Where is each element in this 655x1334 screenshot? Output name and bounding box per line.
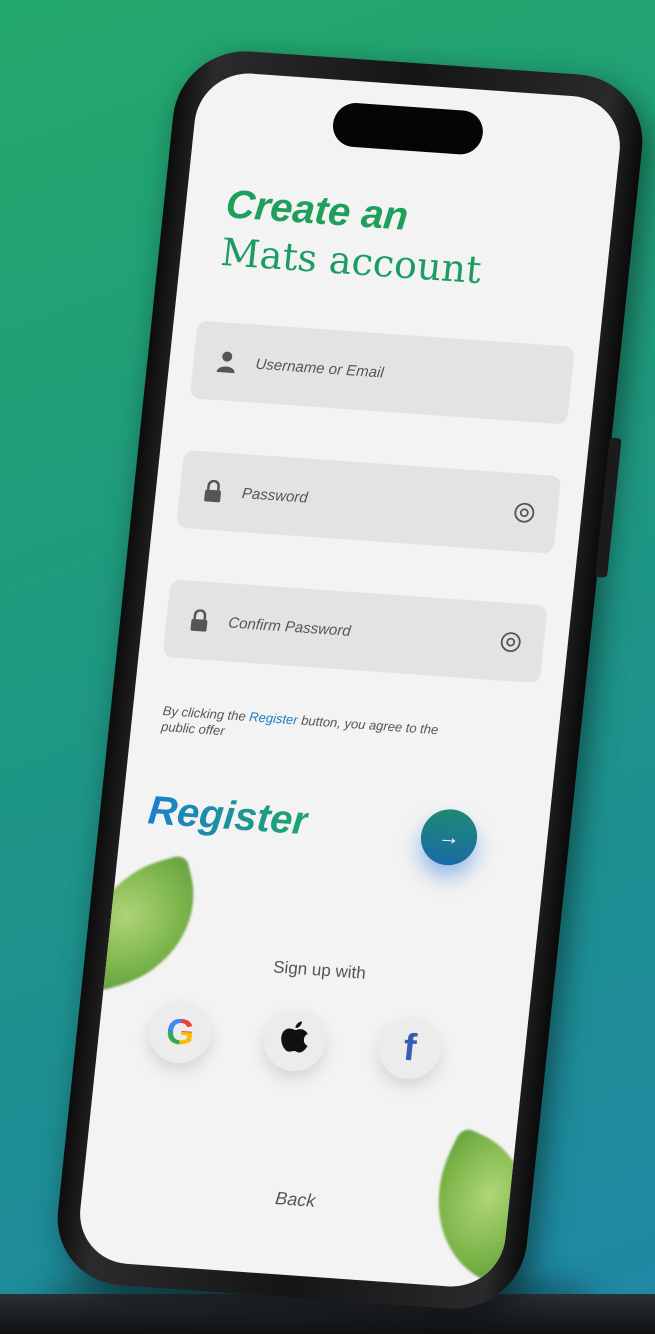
password-input[interactable] bbox=[239, 483, 515, 522]
facebook-signup-button[interactable]: f bbox=[375, 1015, 444, 1082]
eye-icon[interactable] bbox=[512, 501, 536, 524]
confirm-password-input[interactable] bbox=[225, 612, 501, 651]
eye-icon[interactable] bbox=[499, 630, 523, 653]
password-field[interactable] bbox=[176, 449, 562, 554]
apple-icon bbox=[278, 1018, 312, 1063]
phone-screen: Create an Mats account Username or Email… bbox=[74, 70, 626, 1290]
terms-register-link[interactable]: Register bbox=[249, 709, 299, 727]
google-signup-button[interactable]: G bbox=[146, 999, 215, 1066]
phone-mockup: Create an Mats account Username or Email… bbox=[50, 46, 650, 1314]
terms-text: By clicking the Register button, you agr… bbox=[160, 703, 463, 756]
page-subtitle: Mats account bbox=[218, 230, 484, 293]
lock-icon bbox=[187, 607, 212, 634]
lock-icon bbox=[201, 477, 226, 504]
apple-signup-button[interactable] bbox=[260, 1007, 330, 1074]
register-button[interactable]: → bbox=[418, 807, 480, 868]
username-input[interactable] bbox=[252, 354, 572, 396]
facebook-icon: f bbox=[401, 1026, 419, 1069]
signup-with-label: Sign up with bbox=[272, 957, 367, 983]
user-icon bbox=[214, 348, 239, 375]
google-icon: G bbox=[164, 1010, 197, 1053]
arrow-right-icon: → bbox=[436, 823, 462, 851]
register-label: Register bbox=[146, 788, 311, 844]
username-field[interactable] bbox=[189, 320, 575, 425]
confirm-password-field[interactable] bbox=[162, 579, 548, 684]
dynamic-island bbox=[330, 101, 486, 156]
